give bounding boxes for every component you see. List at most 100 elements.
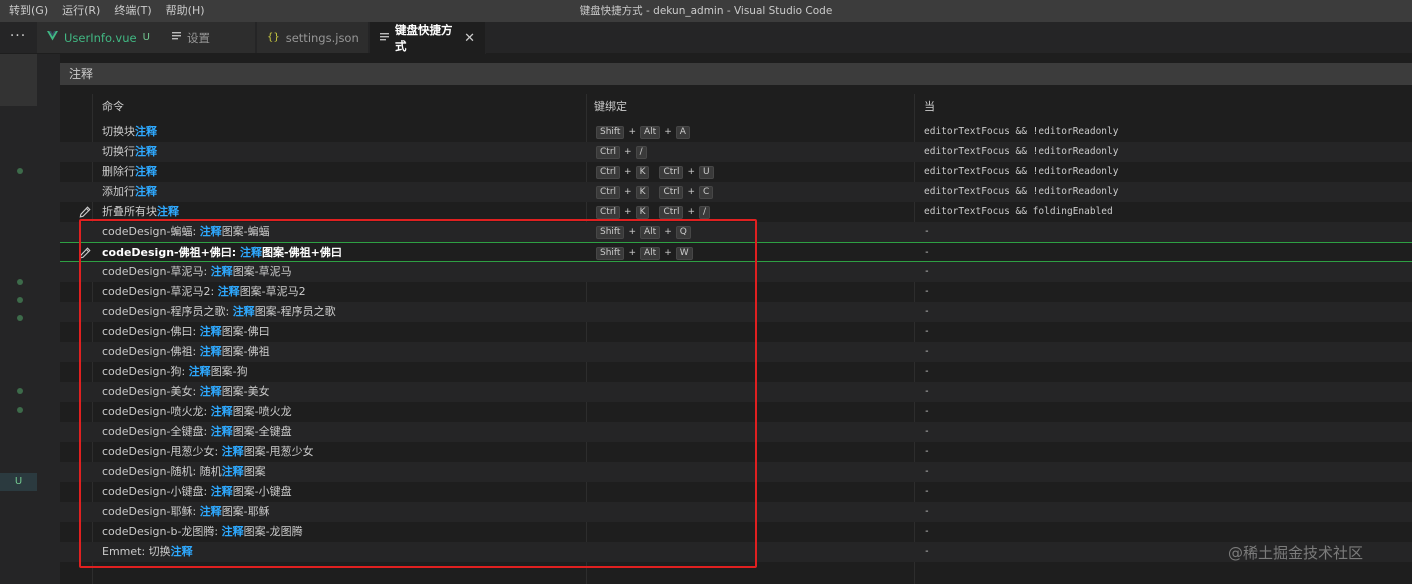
status-dot-icon bbox=[17, 407, 23, 413]
search-input[interactable]: 注释 bbox=[60, 63, 1412, 85]
when-clause: - bbox=[924, 486, 930, 497]
status-dot-icon bbox=[17, 279, 23, 285]
gutter-block bbox=[0, 54, 37, 106]
menu-run[interactable]: 运行(R) bbox=[53, 0, 105, 22]
when-clause: - bbox=[924, 247, 930, 258]
menu-goto[interactable]: 转到(G) bbox=[0, 0, 53, 22]
keybinding-cell: Ctrl + K Ctrl + / bbox=[596, 205, 711, 219]
menu-terminal[interactable]: 终端(T) bbox=[105, 0, 156, 22]
tab-label: 设置 bbox=[187, 30, 210, 45]
search-match-highlight: 注释 bbox=[135, 185, 157, 198]
table-row[interactable]: 添加行注释 Ctrl + K Ctrl + CeditorTextFocus && !edi… bbox=[60, 182, 1412, 202]
when-clause: - bbox=[924, 306, 930, 317]
when-clause: - bbox=[924, 226, 930, 237]
when-clause: - bbox=[924, 446, 930, 457]
keybinding-cell: Ctrl + / bbox=[596, 145, 647, 159]
status-dot-icon bbox=[17, 297, 23, 303]
when-clause: editorTextFocus && !editorReadonly bbox=[924, 186, 1119, 197]
key-cap: U bbox=[699, 165, 714, 179]
key-cap: K bbox=[635, 165, 650, 179]
keyboard-file-icon bbox=[380, 32, 389, 45]
table-row[interactable]: 切换块注释 Shift + Alt + A editorTextFocus && !edit… bbox=[60, 122, 1412, 142]
title-bar: 转到(G) 运行(R) 终端(T) 帮助(H) 键盘快捷方式 - dekun_a… bbox=[0, 0, 1412, 22]
key-cap: Ctrl bbox=[596, 185, 621, 199]
key-separator: + bbox=[628, 127, 637, 137]
when-clause: - bbox=[924, 506, 930, 517]
command-text: 折叠所有块 bbox=[102, 205, 157, 218]
key-separator: + bbox=[687, 167, 696, 177]
key-separator: + bbox=[687, 187, 696, 197]
menu-help[interactable]: 帮助(H) bbox=[157, 0, 210, 22]
status-dot-icon bbox=[17, 315, 23, 321]
json-braces-icon: {} bbox=[267, 32, 280, 43]
key-cap: Ctrl bbox=[659, 185, 684, 199]
watermark: @稀土掘金技术社区 bbox=[1228, 544, 1364, 562]
column-header-keybinding[interactable]: 键绑定 bbox=[594, 97, 627, 117]
search-match-highlight: 注释 bbox=[157, 205, 179, 218]
left-gutter: U bbox=[0, 54, 37, 584]
when-clause: editorTextFocus && !editorReadonly bbox=[924, 126, 1119, 137]
command-text: 删除行 bbox=[102, 165, 135, 178]
key-cap: Ctrl bbox=[659, 165, 684, 179]
when-clause: - bbox=[924, 266, 930, 277]
tab-label: 键盘快捷方式 bbox=[395, 23, 453, 53]
command-label: 切换块注释 bbox=[102, 122, 157, 142]
command-label: 删除行注释 bbox=[102, 162, 157, 182]
tab-keyboard-shortcuts[interactable]: 键盘快捷方式 ✕ bbox=[370, 22, 486, 54]
key-cap: C bbox=[699, 185, 714, 199]
command-text: 添加行 bbox=[102, 185, 135, 198]
menu-bar: 转到(G) 运行(R) 终端(T) 帮助(H) bbox=[0, 0, 210, 22]
key-cap: Ctrl bbox=[596, 145, 621, 159]
search-match-highlight: 注释 bbox=[135, 165, 157, 178]
key-cap: Shift bbox=[596, 125, 625, 139]
key-separator: + bbox=[687, 207, 696, 217]
untracked-badge: U bbox=[0, 473, 37, 491]
key-cap: K bbox=[635, 205, 650, 219]
keybinding-cell: Ctrl + K Ctrl + U bbox=[596, 165, 714, 179]
key-cap: K bbox=[635, 185, 650, 199]
keybinding-cell: Ctrl + K Ctrl + C bbox=[596, 185, 714, 199]
column-header-command[interactable]: 命令 bbox=[102, 97, 124, 117]
when-clause: - bbox=[924, 406, 930, 417]
key-separator: + bbox=[624, 207, 632, 217]
key-cap: / bbox=[635, 145, 647, 159]
table-row[interactable]: 删除行注释 Ctrl + K Ctrl + UeditorTextFocus && !edi… bbox=[60, 162, 1412, 182]
when-clause: - bbox=[924, 286, 930, 297]
tab-bar: ··· UserInfo.vue U 设置 {} settings.json 键… bbox=[0, 22, 1412, 54]
when-clause: - bbox=[924, 526, 930, 537]
key-cap: Ctrl bbox=[659, 205, 684, 219]
column-header-when[interactable]: 当 bbox=[924, 97, 935, 117]
settings-file-icon bbox=[172, 31, 181, 44]
key-cap: Ctrl bbox=[596, 205, 621, 219]
key-separator: + bbox=[624, 187, 632, 197]
when-clause: - bbox=[924, 366, 930, 377]
edit-pencil-icon[interactable] bbox=[79, 206, 91, 218]
keybinding-cell: Shift + Alt + A bbox=[596, 125, 690, 139]
when-clause: - bbox=[924, 326, 930, 337]
more-actions-button[interactable]: ··· bbox=[0, 22, 36, 53]
key-cap: Ctrl bbox=[596, 165, 621, 179]
when-clause: - bbox=[924, 426, 930, 437]
tab-settings-json[interactable]: {} settings.json bbox=[257, 22, 369, 53]
search-match-highlight: 注释 bbox=[135, 145, 157, 158]
tab-settings[interactable]: 设置 bbox=[162, 22, 256, 53]
command-text: 切换行 bbox=[102, 145, 135, 158]
annotation-highlight-box bbox=[79, 219, 757, 568]
key-cap: A bbox=[675, 125, 690, 139]
when-clause: editorTextFocus && foldingEnabled bbox=[924, 206, 1113, 217]
untracked-badge: U bbox=[142, 32, 150, 43]
table-row[interactable]: 切换行注释 Ctrl + / editorTextFocus && !editorRea… bbox=[60, 142, 1412, 162]
when-clause: - bbox=[924, 386, 930, 397]
status-dot-icon bbox=[17, 388, 23, 394]
key-separator: + bbox=[624, 167, 632, 177]
close-icon[interactable]: ✕ bbox=[464, 31, 475, 46]
when-clause: editorTextFocus && !editorReadonly bbox=[924, 166, 1119, 177]
window-title: 键盘快捷方式 - dekun_admin - Visual Studio Cod… bbox=[579, 5, 833, 17]
when-clause: - bbox=[924, 346, 930, 357]
key-separator: + bbox=[624, 147, 632, 157]
when-clause: - bbox=[924, 466, 930, 477]
status-dot-icon bbox=[17, 168, 23, 174]
tab-userinfo-vue[interactable]: UserInfo.vue U bbox=[37, 22, 169, 53]
key-separator: + bbox=[664, 127, 672, 137]
when-clause: - bbox=[924, 546, 930, 557]
